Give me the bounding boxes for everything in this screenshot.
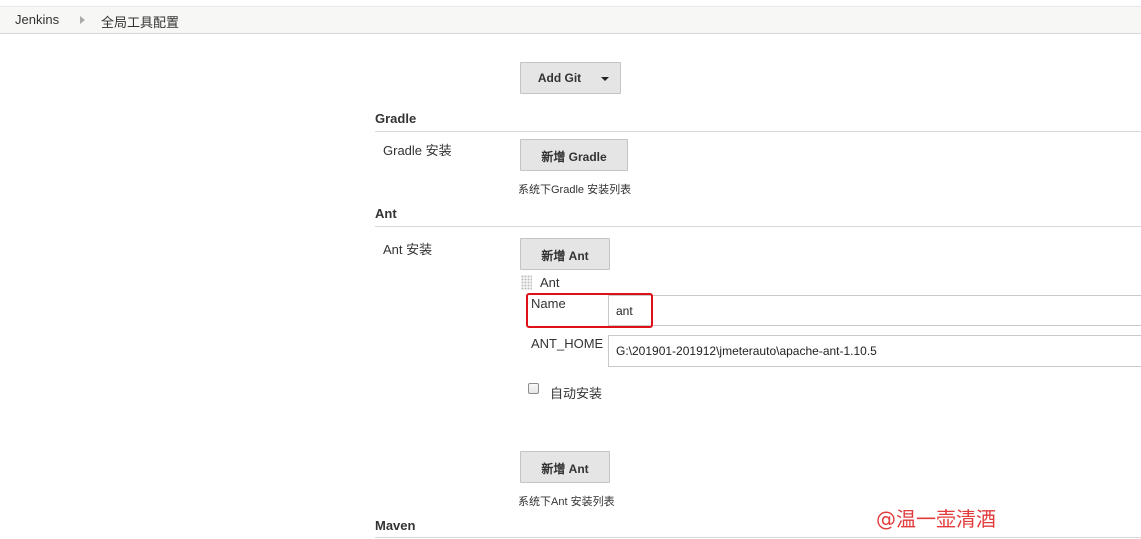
gradle-section-divider [375,131,1141,132]
maven-section-title: Maven [375,518,416,533]
add-ant-label-bottom: 新增 Ant [541,462,589,476]
ant-installation-title: Ant [540,275,560,290]
breadcrumb-current-page[interactable]: 全局工具配置 [101,12,179,31]
ant-home-value: G:\201901-201912\jmeterauto\apache-ant-1… [616,344,877,358]
gradle-help-text: 系统下Gradle 安装列表 [518,184,632,196]
ant-section-divider [375,226,1141,227]
watermark-text: @温一壶清酒 [876,507,996,531]
ant-home-label: ANT_HOME [531,336,604,351]
add-git-button[interactable]: Add Git [520,62,621,94]
add-ant-button-bottom[interactable]: 新增 Ant [520,451,610,483]
chevron-down-icon[interactable] [601,77,609,81]
auto-install-checkbox[interactable] [528,383,539,394]
ant-install-label: Ant 安装 [383,242,433,257]
ant-home-input[interactable]: G:\201901-201912\jmeterauto\apache-ant-1… [608,335,1141,367]
maven-section-divider [375,537,1141,538]
breadcrumb: Jenkins 全局工具配置 [0,6,1141,34]
auto-install-label: 自动安装 [550,386,603,401]
add-ant-label-top: 新增 Ant [541,249,589,263]
breadcrumb-separator-icon [80,16,85,24]
add-gradle-label: 新增 Gradle [541,150,607,164]
breadcrumb-jenkins-link[interactable]: Jenkins [15,12,59,27]
page: Jenkins 全局工具配置 Add Git Gradle Gradle 安装 … [0,0,1141,539]
ant-help-text: 系统下Ant 安装列表 [518,496,615,508]
add-git-label: Add Git [537,71,582,85]
add-gradle-button[interactable]: 新增 Gradle [520,139,628,171]
add-ant-button-top[interactable]: 新增 Ant [520,238,610,270]
ant-name-input[interactable]: ant [608,295,1141,326]
gradle-section-title: Gradle [375,111,417,126]
drag-handle-icon[interactable] [521,275,532,290]
annotation-highlight-box [526,293,653,328]
gradle-install-label: Gradle 安装 [383,143,452,158]
ant-section-title: Ant [375,206,397,221]
